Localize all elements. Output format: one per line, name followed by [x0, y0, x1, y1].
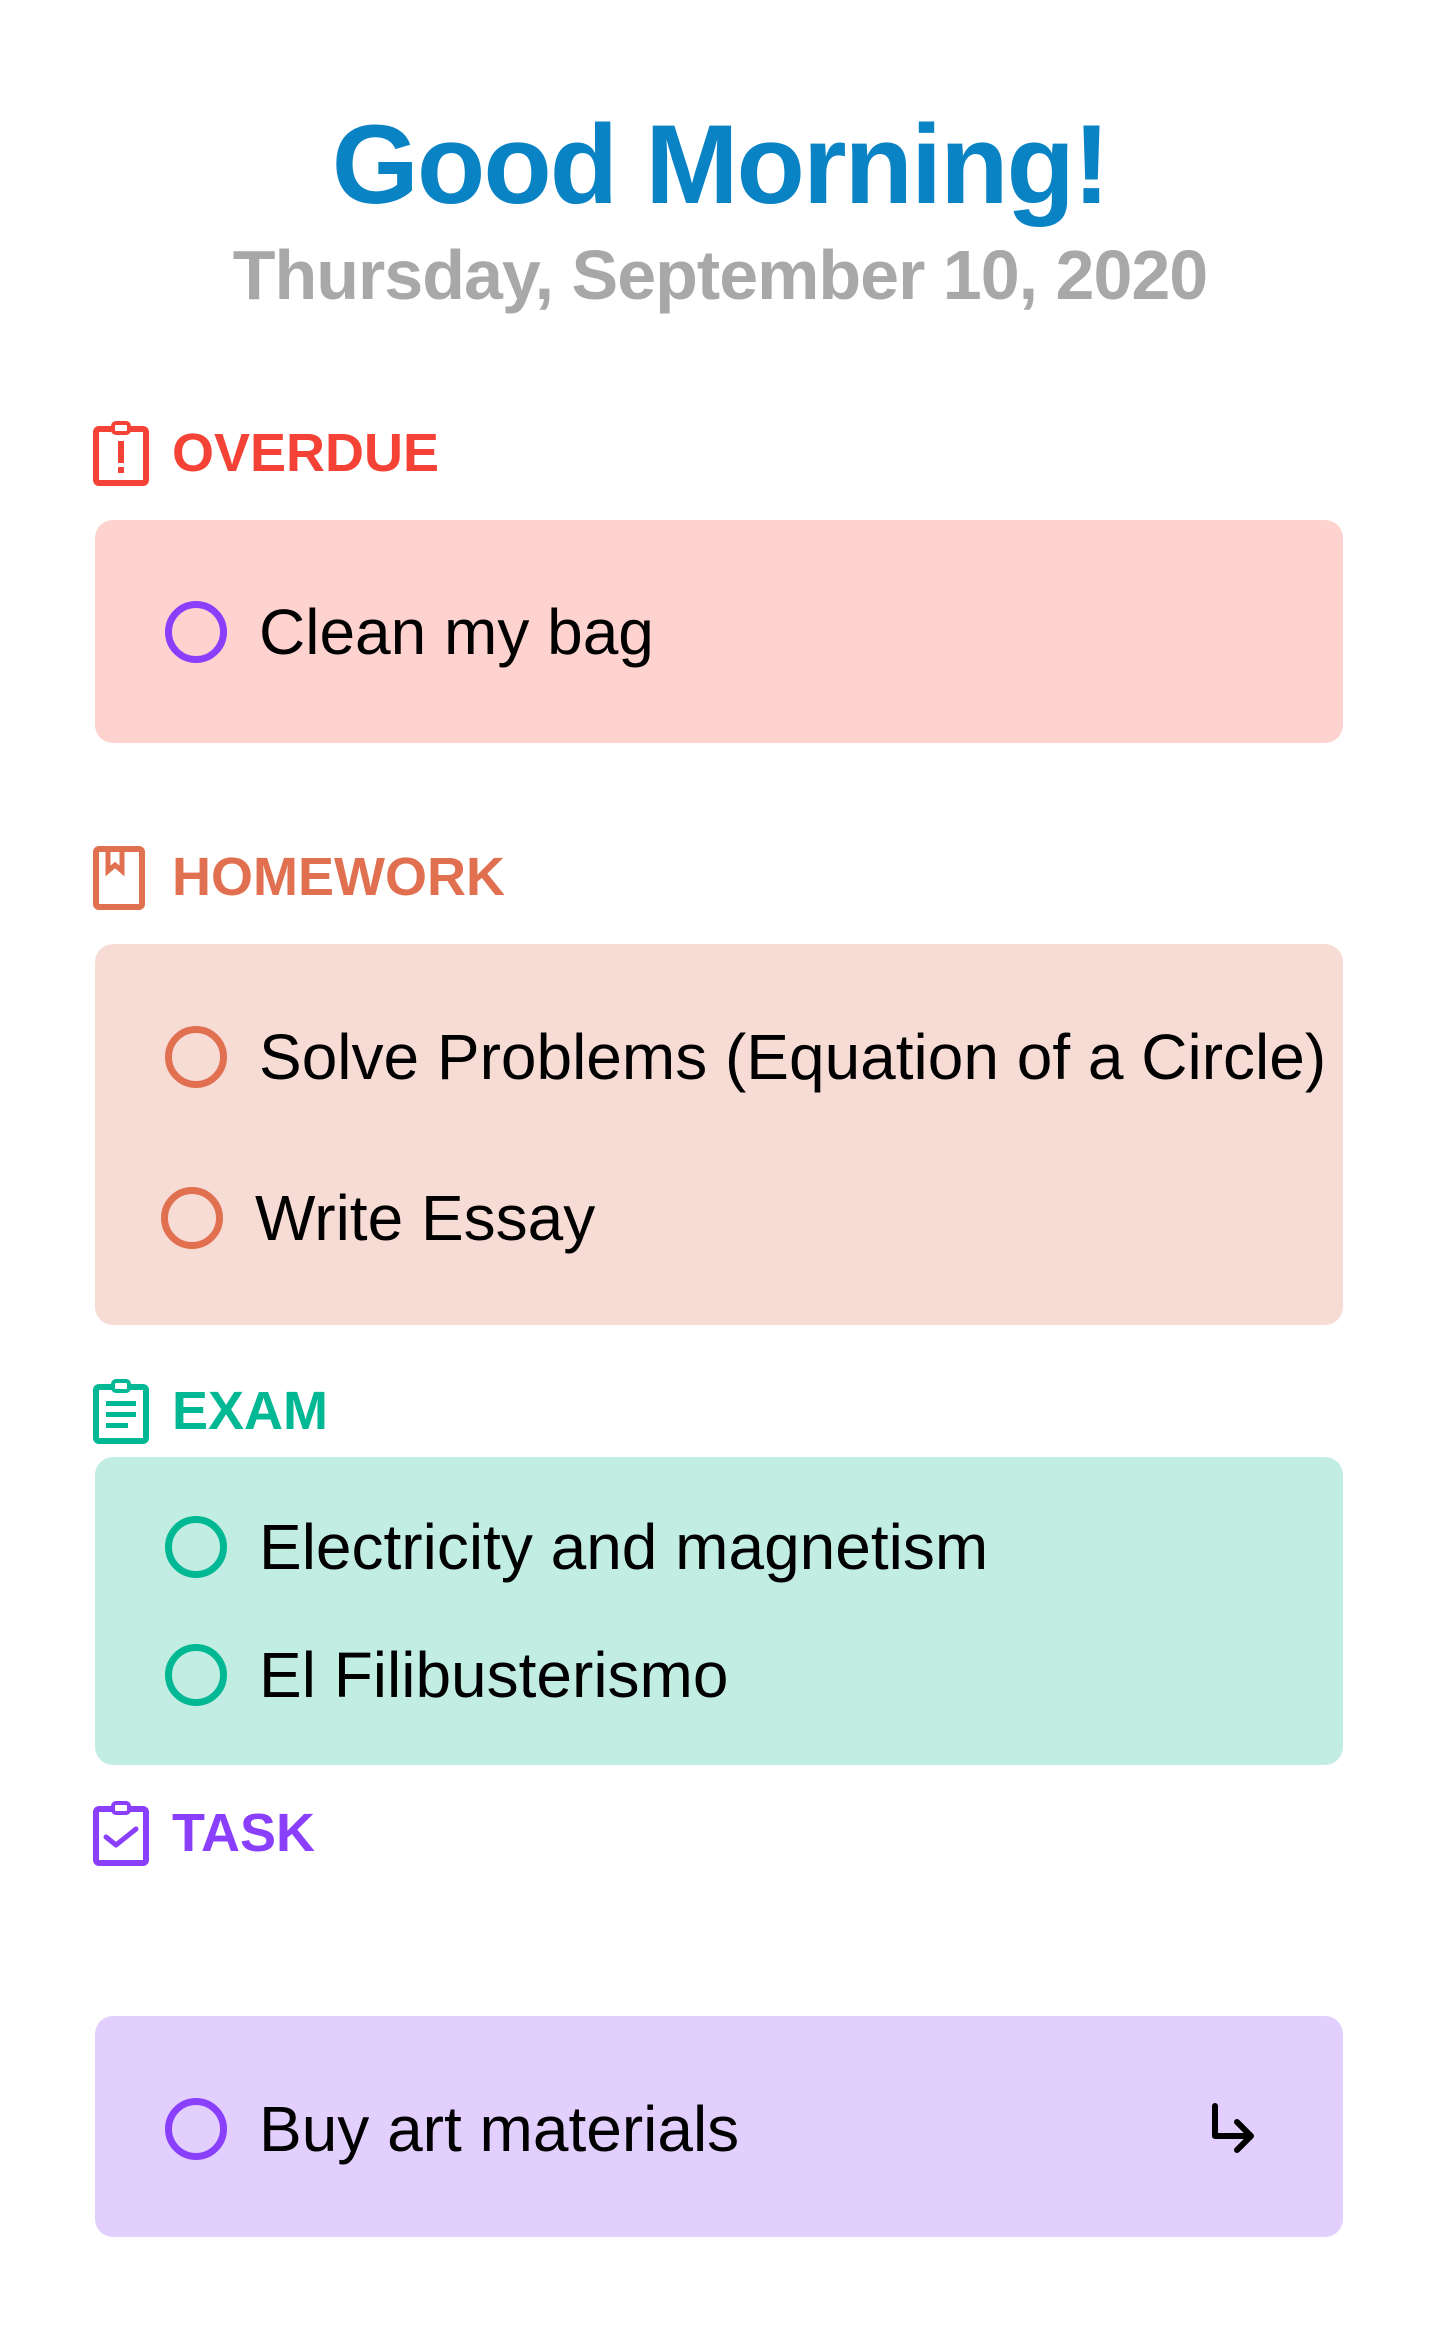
task-text: El Filibusterismo — [259, 1639, 729, 1711]
homework-card: Solve Problems (Equation of a Circle) Wr… — [95, 944, 1343, 1325]
checkbox-circle[interactable] — [165, 1516, 227, 1578]
task-item[interactable]: El Filibusterismo — [95, 1635, 728, 1715]
date-subtitle: Thursday, September 10, 2020 — [232, 236, 1209, 314]
exam-card: Electricity and magnetism El Filibusteri… — [95, 1457, 1343, 1765]
clipboard-list-icon — [93, 1379, 149, 1444]
task-text: Write Essay — [255, 1182, 596, 1254]
section-label: EXAM — [172, 1381, 329, 1441]
clipboard-alert-icon — [93, 421, 149, 486]
task-text: Electricity and magnetism — [259, 1511, 989, 1583]
checkbox-circle[interactable] — [165, 601, 227, 663]
task-item[interactable]: Buy art materials — [95, 2089, 739, 2169]
greeting-title: Good Morning! — [331, 102, 1110, 227]
bookmark-book-icon — [93, 846, 145, 910]
section-header-exam: EXAM — [92, 1376, 328, 1446]
task-item[interactable]: Write Essay — [91, 1178, 595, 1258]
clipboard-check-icon — [93, 1801, 149, 1866]
checkbox-circle[interactable] — [165, 1644, 227, 1706]
task-card: Buy art materials — [95, 2016, 1343, 2237]
section-header-overdue: OVERDUE — [92, 418, 439, 488]
overdue-card: Clean my bag — [95, 520, 1343, 743]
task-text: Buy art materials — [259, 2093, 740, 2165]
task-text: Clean my bag — [259, 596, 654, 668]
section-label: HOMEWORK — [172, 847, 505, 907]
arrow-turn-down-right-icon[interactable] — [1203, 2100, 1263, 2160]
checkbox-circle[interactable] — [165, 1026, 227, 1088]
task-text: Solve Problems (Equation of a Circle) — [259, 1021, 1327, 1093]
section-label: OVERDUE — [172, 423, 440, 483]
task-item[interactable]: Electricity and magnetism — [95, 1507, 988, 1587]
section-header-task: TASK — [92, 1798, 315, 1868]
checkbox-circle[interactable] — [161, 1187, 223, 1249]
checkbox-circle[interactable] — [165, 2098, 227, 2160]
task-item[interactable]: Clean my bag — [95, 592, 654, 672]
section-header-homework: HOMEWORK — [92, 842, 505, 912]
task-item[interactable]: Solve Problems (Equation of a Circle) — [95, 1017, 1326, 1097]
section-label: TASK — [172, 1803, 315, 1863]
